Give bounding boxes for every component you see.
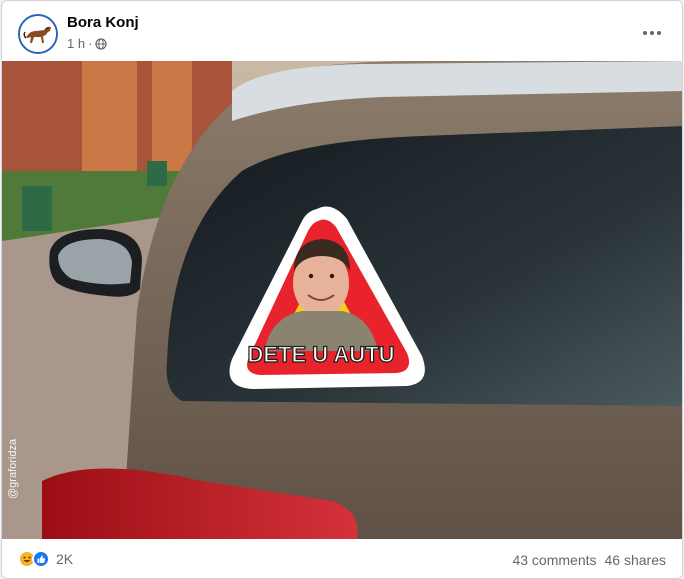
comments-count[interactable]: 43 comments xyxy=(512,552,596,568)
shares-count[interactable]: 46 shares xyxy=(605,552,666,568)
sticker-text: DETE U AUTU xyxy=(247,342,394,367)
car-sticker-photo: DETE U AUTU @graforidza xyxy=(2,61,682,539)
reaction-count: 2K xyxy=(56,551,74,567)
more-options-icon xyxy=(643,31,661,35)
post-card: Bora Konj 1 h · DETE U AUTU @graforidza … xyxy=(1,0,683,579)
like-icon xyxy=(32,550,50,568)
post-header: Bora Konj 1 h · xyxy=(2,1,682,61)
watermark-text: @graforidza xyxy=(7,438,19,499)
author-name[interactable]: Bora Konj xyxy=(67,14,139,31)
horse-logo-icon xyxy=(20,16,56,52)
post-time[interactable]: 1 h xyxy=(67,36,85,51)
meta-separator: · xyxy=(88,36,93,51)
author-avatar[interactable] xyxy=(18,14,58,54)
post-footer: 2K 43 comments 46 shares xyxy=(2,539,682,578)
more-options-button[interactable] xyxy=(638,19,666,47)
post-photo[interactable]: DETE U AUTU @graforidza xyxy=(2,61,682,539)
reactions-summary[interactable]: 2K xyxy=(18,550,73,568)
globe-icon xyxy=(95,37,108,50)
post-meta: 1 h · xyxy=(67,36,108,51)
post-stats: 43 comments 46 shares xyxy=(512,552,666,568)
